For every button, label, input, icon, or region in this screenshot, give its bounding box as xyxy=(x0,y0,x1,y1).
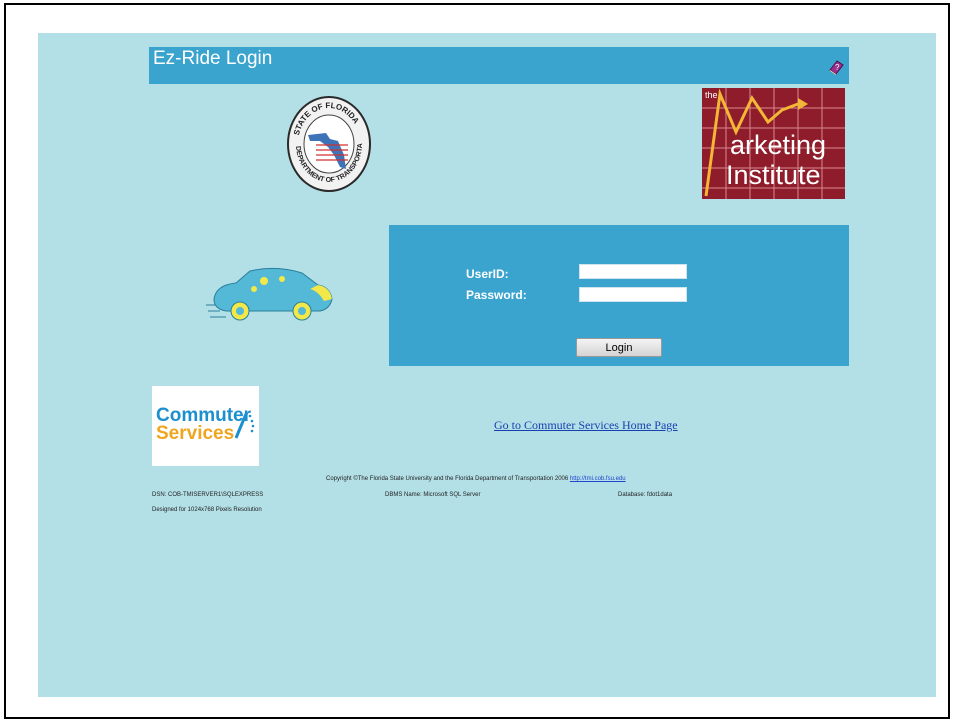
copyright-text: Copyright ©The Florida State University … xyxy=(326,476,569,482)
services-text: Services xyxy=(156,423,235,444)
password-label: Password: xyxy=(466,288,527,302)
mi-the-text: the xyxy=(705,90,718,100)
help-book-icon[interactable]: ? xyxy=(827,58,845,76)
car-icon xyxy=(206,267,333,321)
dbms-text: DBMS Name: Microsoft SQL Server xyxy=(385,492,481,498)
speedometer-icon xyxy=(234,413,255,439)
commuter-services-home-link[interactable]: Go to Commuter Services Home Page xyxy=(494,418,678,433)
userid-label: UserID: xyxy=(466,267,509,281)
fdot-seal-logo: STATE OF FLORIDA DEPARTMENT OF TRANSPORT… xyxy=(283,90,372,193)
svg-text:?: ? xyxy=(835,63,840,72)
mi-institute-text: Institute xyxy=(726,160,821,190)
login-panel: UserID: Password: Login xyxy=(389,225,849,366)
marketing-institute-logo: the arketing Institute xyxy=(702,88,845,199)
database-text: Database: fdot1data xyxy=(618,492,673,498)
userid-input[interactable] xyxy=(579,264,687,279)
page-title: Ez-Ride Login xyxy=(153,48,273,69)
commuter-services-logo: Commuter Services xyxy=(152,386,259,466)
dsn-text: DSN: COB-TMISERVER1\SQLEXPRESS xyxy=(152,492,264,498)
login-button[interactable]: Login xyxy=(576,338,662,357)
resolution-text: Designed for 1024x768 Pixels Resolution xyxy=(152,507,262,513)
header-bar: Ez-Ride Login ? xyxy=(149,47,849,84)
copyright-line: Copyright ©The Florida State University … xyxy=(326,476,626,482)
copyright-url-link[interactable]: http://tmi.cob.fsu.edu xyxy=(570,476,626,482)
mi-arketing-text: arketing xyxy=(730,130,827,160)
password-input[interactable] xyxy=(579,287,687,302)
